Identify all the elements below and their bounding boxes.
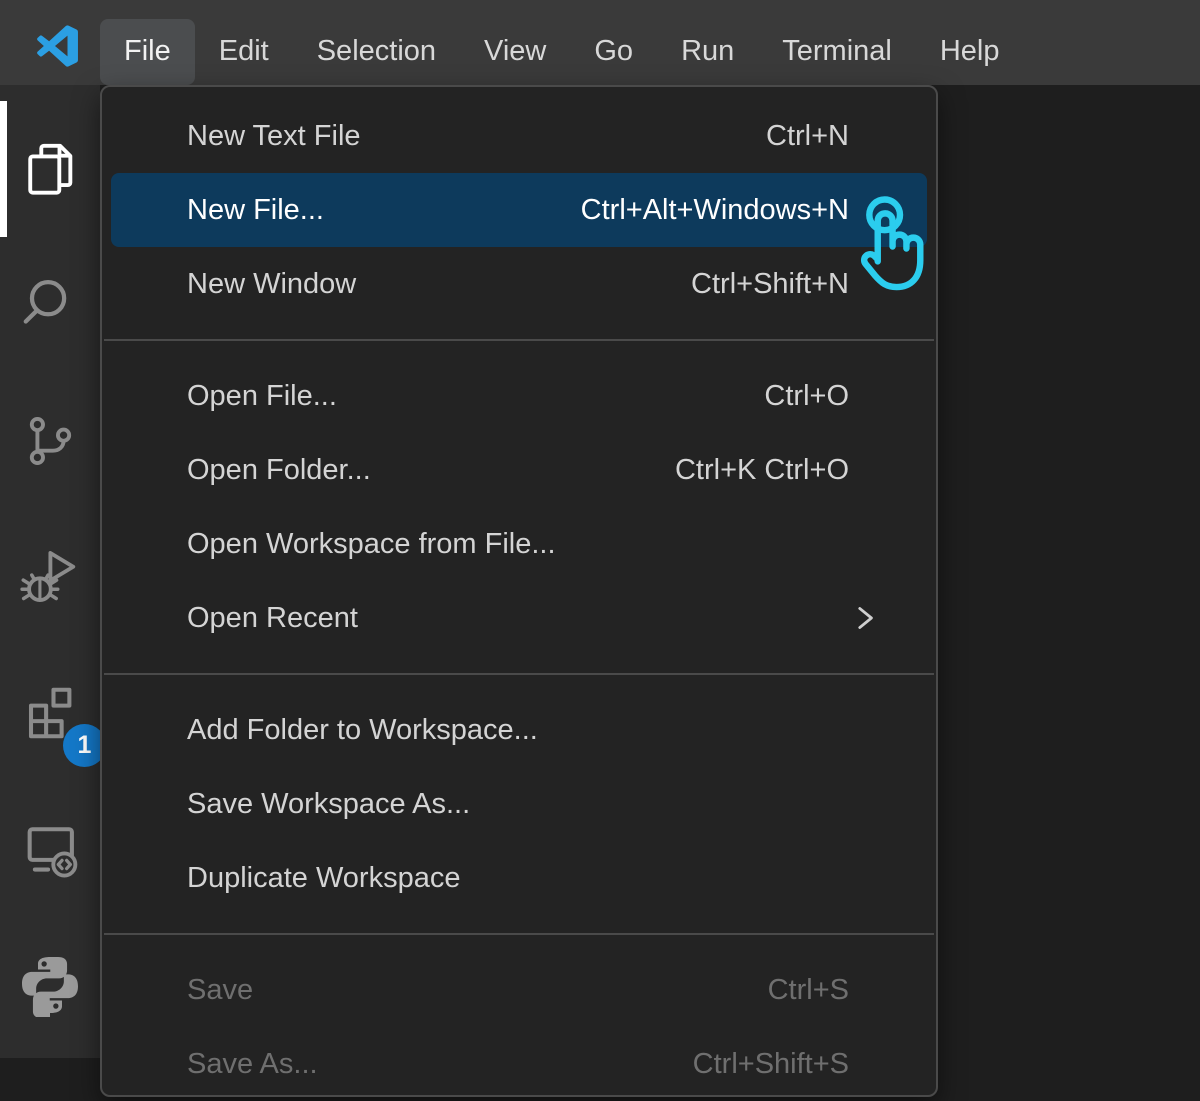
menu-item-shortcut: Ctrl+K Ctrl+O [635,454,849,487]
activitybar-item-python[interactable] [0,917,100,1053]
menu-separator [104,933,934,935]
search-icon [19,274,81,336]
menubar-item-run[interactable]: Run [657,19,758,85]
menu-item-label: Save Workspace As... [187,788,470,821]
menu-item-label: New Window [187,268,356,301]
menubar-item-go[interactable]: Go [570,19,657,85]
menu-item-label: Save [187,974,253,1007]
menu-item-save-as: Save As... Ctrl+Shift+S [111,1027,927,1101]
menubar-item-edit[interactable]: Edit [195,19,293,85]
python-icon [18,953,82,1017]
menu-item-add-folder-to-workspace[interactable]: Add Folder to Workspace... [111,693,927,767]
menu-item-label: Open Recent [187,602,358,635]
menu-item-new-file[interactable]: New File... Ctrl+Alt+Windows+N [111,173,927,247]
menu-item-label: Add Folder to Workspace... [187,714,538,747]
menu-item-save-workspace-as[interactable]: Save Workspace As... [111,767,927,841]
activitybar-item-source-control[interactable] [0,373,100,509]
file-menu: New Text File Ctrl+N New File... Ctrl+Al… [100,85,938,1097]
menu-item-open-workspace-from-file[interactable]: Open Workspace from File... [111,507,927,581]
menu-item-duplicate-workspace[interactable]: Duplicate Workspace [111,841,927,915]
explorer-files-icon [19,138,81,200]
menu-item-open-recent[interactable]: Open Recent [111,581,927,655]
menu-item-open-file[interactable]: Open File... Ctrl+O [111,359,927,433]
menu-item-shortcut: Ctrl+N [726,120,849,153]
menu-item-shortcut: Ctrl+Shift+S [653,1048,849,1081]
activity-bar: 1 [0,85,100,1058]
menubar-item-help[interactable]: Help [916,19,1024,85]
active-view-indicator [0,101,7,237]
menu-item-label: Save As... [187,1048,318,1081]
menu-item-shortcut: Ctrl+Alt+Windows+N [541,194,849,227]
activitybar-item-extensions[interactable]: 1 [0,645,100,781]
menu-item-label: Open Folder... [187,454,371,487]
menu-item-save: Save Ctrl+S [111,953,927,1027]
submenu-chevron-icon [847,601,881,635]
vscode-logo-icon [36,23,78,69]
remote-explorer-icon [19,818,81,880]
menu-item-label: New Text File [187,120,361,153]
menu-item-shortcut: Ctrl+O [724,380,849,413]
menu-item-label: New File... [187,194,324,227]
menu-item-new-text-file[interactable]: New Text File Ctrl+N [111,99,927,173]
menubar-item-file[interactable]: File [100,19,195,85]
menu-item-label: Open File... [187,380,337,413]
titlebar: File Edit Selection View Go Run Terminal… [0,0,1200,85]
menu-item-label: Open Workspace from File... [187,528,556,561]
menubar-item-terminal[interactable]: Terminal [758,19,916,85]
menu-item-new-window[interactable]: New Window Ctrl+Shift+N [111,247,927,321]
activitybar-item-search[interactable] [0,237,100,373]
menubar-item-view[interactable]: View [460,19,570,85]
run-and-debug-icon [19,546,81,608]
activitybar-item-run-and-debug[interactable] [0,509,100,645]
menu-item-open-folder[interactable]: Open Folder... Ctrl+K Ctrl+O [111,433,927,507]
menu-item-label: Duplicate Workspace [187,862,460,895]
source-control-icon [19,410,81,472]
menubar-item-selection[interactable]: Selection [293,19,460,85]
menu-item-shortcut: Ctrl+S [728,974,849,1007]
menu-separator [104,339,934,341]
menu-separator [104,673,934,675]
activitybar-item-explorer[interactable] [0,101,100,237]
menu-item-shortcut: Ctrl+Shift+N [651,268,849,301]
menubar: File Edit Selection View Go Run Terminal… [100,0,1024,85]
activitybar-item-remote-explorer[interactable] [0,781,100,917]
